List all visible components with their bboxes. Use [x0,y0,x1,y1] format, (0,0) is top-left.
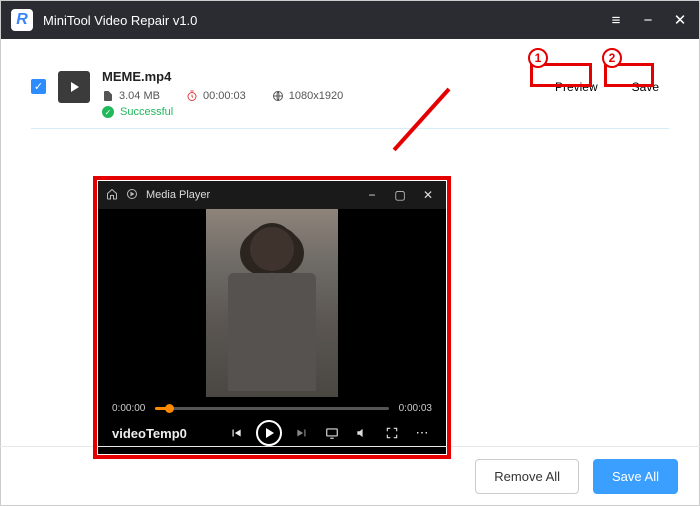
app-title: MiniTool Video Repair v1.0 [43,13,607,28]
status-label: Successful [120,106,173,118]
minimize-icon[interactable]: − [639,11,657,29]
previous-icon[interactable] [226,423,246,443]
monitor-icon[interactable] [322,423,342,443]
file-icon [102,90,114,102]
file-size-label: 3.04 MB [119,90,160,102]
resolution-icon [272,90,284,102]
media-player-body [98,209,446,397]
footer: Remove All Save All [0,446,700,506]
player-close-icon[interactable]: ✕ [418,188,438,202]
media-player-title: Media Player [146,189,210,201]
player-maximize-icon[interactable]: ▢ [390,188,410,202]
fullscreen-icon[interactable] [382,423,402,443]
more-icon[interactable]: ⋯ [412,423,432,443]
player-minimize-icon[interactable]: − [362,188,382,202]
next-icon[interactable] [292,423,312,443]
play-circle-icon [126,188,138,203]
media-player-titlebar: Media Player − ▢ ✕ [98,181,446,209]
file-duration-label: 00:00:03 [203,90,246,102]
progress-bar-area: 0:00:00 0:00:03 [98,397,446,414]
progress-track[interactable] [155,407,388,410]
home-icon[interactable] [106,188,118,203]
close-icon[interactable]: ✕ [671,11,689,29]
playing-file-name: videoTemp0 [112,426,216,441]
play-icon [71,82,79,92]
time-total: 0:00:03 [399,403,432,414]
app-logo: R [11,9,33,31]
file-duration: 00:00:03 [186,90,246,102]
save-all-button[interactable]: Save All [593,459,678,494]
play-button[interactable] [256,420,282,446]
save-button[interactable]: Save [622,75,669,99]
file-card: ✓ MEME.mp4 3.04 MB [23,57,677,135]
remove-all-button[interactable]: Remove All [475,459,579,494]
content-area: ✓ MEME.mp4 3.04 MB [1,39,699,135]
file-status: ✓ Successful [102,106,533,118]
file-actions: Preview Save [545,75,669,99]
video-frame [206,209,338,397]
menu-icon[interactable]: ≡ [607,11,625,29]
volume-icon[interactable] [352,423,372,443]
file-checkbox[interactable]: ✓ [31,79,46,94]
file-name: MEME.mp4 [102,69,533,84]
file-resolution: 1080x1920 [272,90,343,102]
clock-icon [186,90,198,102]
file-meta-row: 3.04 MB 00:00:03 1080x1920 [102,90,533,102]
title-bar: R MiniTool Video Repair v1.0 ≡ − ✕ [1,1,699,39]
separator [31,128,669,129]
file-thumbnail [58,71,90,103]
time-current: 0:00:00 [112,403,145,414]
file-row: ✓ MEME.mp4 3.04 MB [31,69,669,118]
media-player-window: Media Player − ▢ ✕ 0:00:00 0:00:03 video… [98,181,446,454]
file-resolution-label: 1080x1920 [289,90,343,102]
progress-knob[interactable] [165,404,174,413]
file-info: MEME.mp4 3.04 MB 00:00:03 [102,69,533,118]
success-icon: ✓ [102,106,114,118]
preview-button[interactable]: Preview [545,75,608,99]
window-controls: ≡ − ✕ [607,11,689,29]
file-size: 3.04 MB [102,90,160,102]
